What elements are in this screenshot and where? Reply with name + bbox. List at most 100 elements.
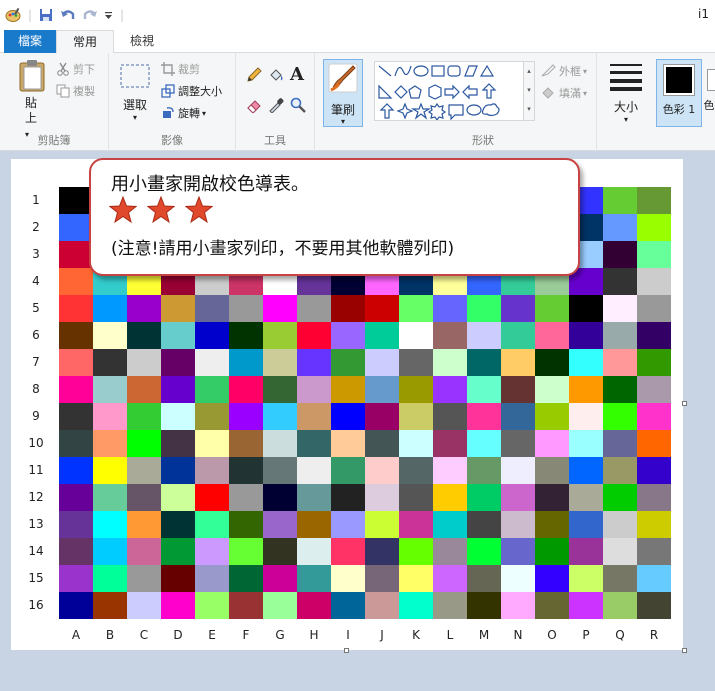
color-swatch [297, 295, 331, 322]
color-swatch [399, 295, 433, 322]
color-swatch [297, 565, 331, 592]
color-swatch [365, 511, 399, 538]
eraser-icon[interactable] [246, 97, 262, 116]
copy-button[interactable]: 複製 [56, 82, 95, 100]
outline-button[interactable]: 外框 ▾ [540, 62, 587, 80]
resize-handle-bottom[interactable] [344, 648, 349, 653]
color2-button[interactable]: 色 [703, 97, 715, 113]
color-swatch [535, 349, 569, 376]
clipboard-group: 貼上▾ 剪下 複製 剪貼簿 [0, 53, 109, 151]
color-swatch [603, 241, 637, 268]
color-swatch [637, 349, 671, 376]
color-swatch [161, 295, 195, 322]
color-swatch [127, 403, 161, 430]
brush-button[interactable]: 筆刷 ▾ [323, 59, 363, 127]
color-swatch [195, 430, 229, 457]
color2-swatch[interactable] [707, 69, 715, 91]
tab-file[interactable]: 檔案 [4, 30, 56, 53]
color-swatch [569, 295, 603, 322]
color-swatch [637, 295, 671, 322]
rotate-button[interactable]: 旋轉 ▾ [161, 104, 206, 122]
color-swatch [365, 592, 399, 619]
color-swatch [501, 538, 535, 565]
save-icon[interactable] [37, 7, 55, 23]
row-label: 11 [28, 463, 44, 477]
color-swatch [195, 592, 229, 619]
color-swatch [501, 349, 535, 376]
color-swatch [365, 295, 399, 322]
color-swatch [569, 430, 603, 457]
outline-icon [541, 64, 556, 77]
color-swatch [331, 295, 365, 322]
color-swatch [399, 538, 433, 565]
color-swatch [535, 457, 569, 484]
color-swatch [603, 187, 637, 214]
color-swatch [365, 565, 399, 592]
color-picker-icon[interactable] [268, 97, 284, 116]
separator: | [119, 8, 125, 22]
color-swatch [331, 457, 365, 484]
color-swatch [195, 457, 229, 484]
undo-icon[interactable] [59, 7, 77, 23]
cut-button[interactable]: 剪下 [56, 60, 95, 78]
color-swatch [569, 484, 603, 511]
color-swatch [433, 457, 467, 484]
column-label: R [649, 628, 659, 642]
color-swatch [501, 592, 535, 619]
color-swatch [433, 592, 467, 619]
shapes-gallery[interactable] [374, 61, 524, 122]
ribbon: 貼上▾ 剪下 複製 剪貼簿 選取 ▾ 裁剪 調整大小 旋轉 ▾ 影像 A 工具 … [0, 53, 715, 151]
fill-button[interactable]: 填滿 ▾ [540, 84, 587, 102]
magnifier-icon[interactable] [290, 97, 306, 116]
color-swatch [263, 484, 297, 511]
color-swatch [637, 565, 671, 592]
color-swatch [603, 322, 637, 349]
resize-button[interactable]: 調整大小 [161, 82, 222, 100]
resize-icon [161, 84, 175, 98]
color-swatch [467, 322, 501, 349]
tab-home[interactable]: 常用 [56, 30, 114, 54]
select-button[interactable]: 選取 ▾ [117, 63, 153, 123]
row-label: 8 [32, 382, 40, 396]
color-swatch [467, 376, 501, 403]
column-label: B [105, 628, 115, 642]
color-swatch [229, 376, 263, 403]
color-swatch [603, 295, 637, 322]
color-swatch [161, 376, 195, 403]
resize-handle-corner[interactable] [682, 648, 687, 653]
paste-button[interactable]: 貼上▾ [12, 59, 52, 142]
row-label: 16 [28, 598, 44, 612]
color-swatch [59, 268, 93, 295]
color-swatch [127, 457, 161, 484]
color-swatch [603, 457, 637, 484]
color1-button[interactable]: 色彩 1 [656, 59, 702, 127]
color-swatch [263, 538, 297, 565]
color1-label: 色彩 1 [662, 103, 696, 116]
customize-toolbar-dropdown[interactable] [102, 7, 114, 23]
resize-handle-right[interactable] [682, 401, 687, 406]
shapes-scrollbar[interactable]: ▴ ▾ ▾ [524, 61, 535, 121]
color-swatch [161, 538, 195, 565]
color-swatch [263, 457, 297, 484]
size-button[interactable]: 大小 ▾ [603, 61, 649, 125]
color-swatch [331, 484, 365, 511]
color-swatch [229, 565, 263, 592]
color-swatch [433, 403, 467, 430]
color-swatch [637, 592, 671, 619]
column-label: I [346, 628, 350, 642]
fill-bucket-icon[interactable] [268, 67, 284, 86]
color-swatch [433, 295, 467, 322]
color-swatch [365, 430, 399, 457]
tab-view[interactable]: 檢視 [114, 30, 170, 53]
color-swatch [161, 457, 195, 484]
color-swatch [127, 565, 161, 592]
pencil-icon[interactable] [246, 67, 262, 86]
redo-icon[interactable] [81, 7, 99, 23]
crop-button[interactable]: 裁剪 [161, 60, 200, 78]
paint-app-icon[interactable] [4, 7, 22, 23]
fill-label: 填滿 [559, 87, 581, 100]
column-label: M [478, 628, 490, 642]
text-tool-icon[interactable]: A [290, 64, 304, 85]
color-swatch [331, 511, 365, 538]
color-swatch [603, 538, 637, 565]
